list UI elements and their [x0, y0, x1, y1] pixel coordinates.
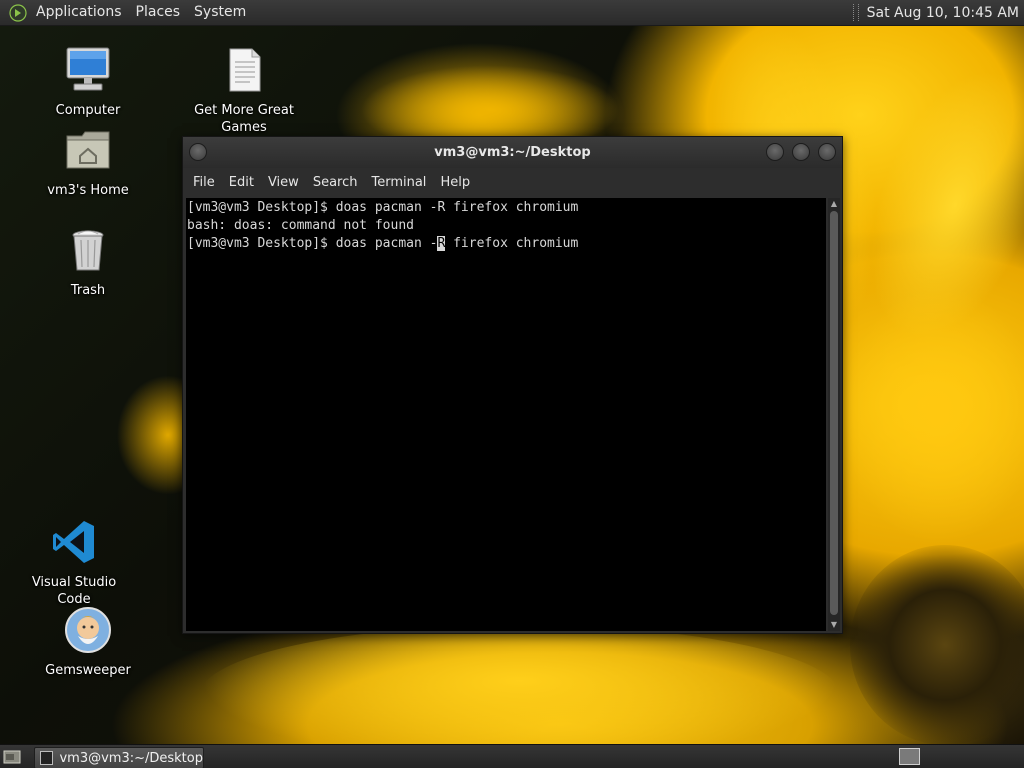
distro-logo-icon[interactable] — [9, 3, 27, 22]
terminal-window[interactable]: vm3@vm3:~/Desktop File Edit View Search … — [182, 136, 843, 634]
desktop-icon-label: vm3's Home — [47, 183, 129, 198]
taskbar-item-label: vm3@vm3:~/Desktop — [59, 750, 203, 766]
top-panel: Applications Places System Sat Aug 10, 1… — [0, 0, 1024, 26]
desktop-icon-vscode[interactable]: Visual Studio Code — [19, 518, 129, 608]
computer-icon — [66, 47, 110, 91]
gemsweeper-icon — [65, 607, 111, 653]
terminal-prompt-line: [vm3@vm3 Desktop]$ doas pacman -R firefo… — [187, 235, 578, 253]
terminal-output[interactable]: [vm3@vm3 Desktop]$ doas pacman -R firefo… — [186, 198, 826, 631]
menu-search[interactable]: Search — [306, 175, 365, 190]
prompt-text-after: firefox chromium — [445, 236, 579, 251]
vscode-icon — [53, 521, 94, 563]
scrollbar-thumb[interactable] — [830, 211, 838, 615]
desktop-icon-computer[interactable]: Computer — [33, 46, 143, 119]
desktop-icon-label: Gemsweeper — [45, 663, 131, 678]
places-menu[interactable]: Places — [129, 0, 188, 25]
show-desktop-icon[interactable] — [3, 748, 21, 766]
taskbar-item-terminal[interactable]: vm3@vm3:~/Desktop — [34, 747, 204, 768]
workspace-switcher[interactable] — [899, 748, 920, 765]
applications-menu[interactable]: Applications — [29, 0, 129, 25]
panel-separator — [852, 4, 859, 21]
desktop-icon-gemsweeper[interactable]: Gemsweeper — [33, 606, 143, 679]
trash-icon — [72, 230, 104, 271]
prompt-text: [vm3@vm3 Desktop]$ doas pacman - — [187, 236, 438, 251]
maximize-button[interactable] — [792, 143, 810, 161]
terminal-line: bash: doas: command not found — [187, 218, 414, 233]
menu-edit[interactable]: Edit — [222, 175, 261, 190]
terminal-line: [vm3@vm3 Desktop]$ doas pacman -R firefo… — [187, 200, 579, 215]
desktop-icon-label: Computer — [55, 103, 121, 118]
desktop-icon-label: Visual Studio Code — [31, 575, 117, 607]
wallpaper-flower-center — [850, 545, 1024, 744]
menu-file[interactable]: File — [186, 175, 222, 190]
wallpaper-petal — [840, 285, 1024, 545]
close-button[interactable] — [818, 143, 836, 161]
menu-help[interactable]: Help — [433, 175, 477, 190]
clock-area: Sat Aug 10, 10:45 AM — [852, 0, 1024, 25]
clock[interactable]: Sat Aug 10, 10:45 AM — [867, 5, 1024, 21]
terminal-menubar: File Edit View Search Terminal Help — [183, 168, 842, 196]
window-titlebar[interactable]: vm3@vm3:~/Desktop — [183, 137, 842, 168]
desktop-icon-home[interactable]: vm3's Home — [33, 126, 143, 199]
desktop-icon-get-more-games[interactable]: Get More Great Games — [189, 46, 299, 136]
desktop-icon-label: Get More Great Games — [194, 103, 294, 135]
desktop-icon-label: Trash — [70, 283, 106, 298]
system-menu[interactable]: System — [187, 0, 253, 25]
window-title: vm3@vm3:~/Desktop — [434, 145, 591, 160]
terminal-scrollbar[interactable]: ▲ ▼ — [828, 198, 840, 631]
menu-view[interactable]: View — [261, 175, 306, 190]
wallpaper-petal — [200, 625, 840, 744]
terminal-icon — [40, 751, 54, 765]
minimize-button[interactable] — [766, 143, 784, 161]
desktop-icon-trash[interactable]: Trash — [33, 226, 143, 299]
terminal-text: [vm3@vm3 Desktop]$ doas pacman -R firefo… — [186, 198, 578, 253]
document-icon — [229, 48, 261, 92]
home-folder-icon — [66, 131, 110, 169]
menu-terminal[interactable]: Terminal — [364, 175, 433, 190]
scroll-down-arrow-icon[interactable]: ▼ — [829, 620, 839, 630]
scroll-up-arrow-icon[interactable]: ▲ — [829, 199, 839, 209]
bottom-panel: vm3@vm3:~/Desktop — [0, 744, 1024, 768]
